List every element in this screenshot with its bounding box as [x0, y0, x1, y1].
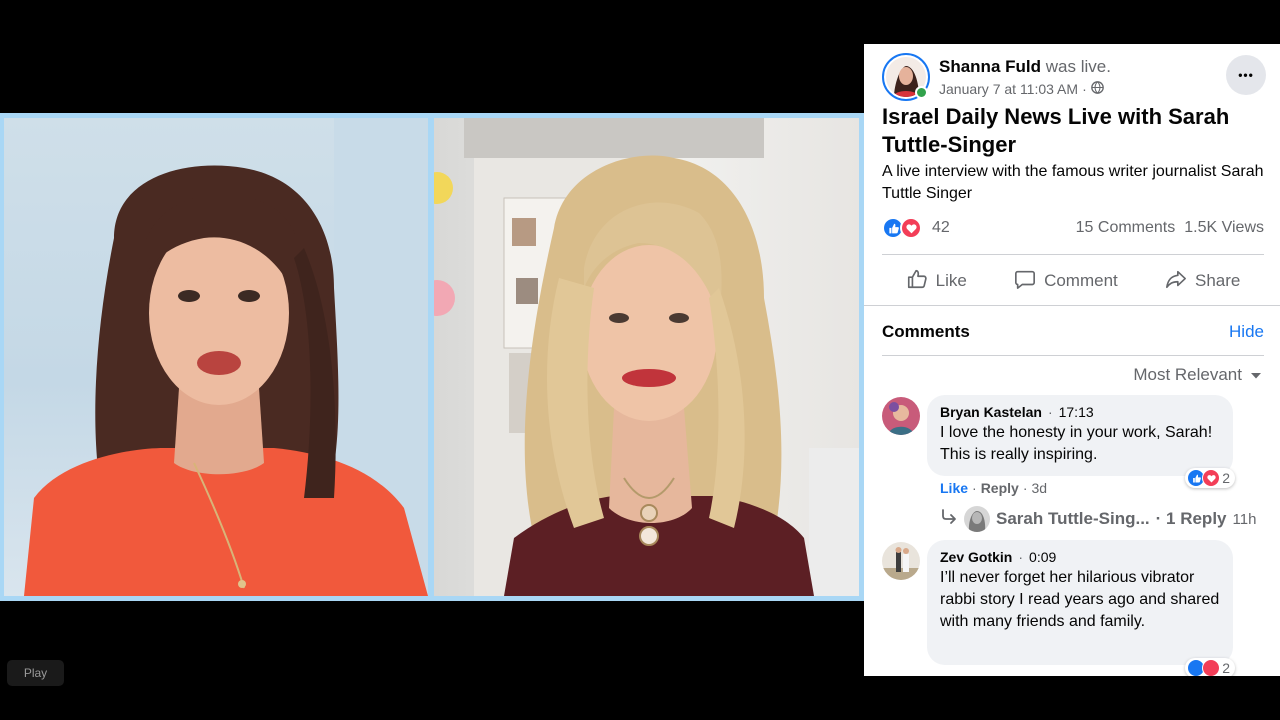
comment-text: I’ll never forget her hilarious vibrator… — [940, 569, 1220, 630]
comment-video-timestamp[interactable]: 17:13 — [1059, 404, 1094, 420]
comment-label: Comment — [1044, 271, 1118, 290]
comment-bubble: Bryan Kastelan · 17:13 I love the honest… — [927, 395, 1235, 488]
thumbs-up-icon — [906, 268, 928, 295]
globe-icon — [1090, 81, 1104, 97]
divider — [882, 355, 1264, 356]
comment-item: Bryan Kastelan · 17:13 I love the honest… — [882, 395, 1272, 532]
comments-count[interactable]: 15 Comments — [1076, 219, 1176, 237]
divider — [882, 254, 1264, 255]
post-stats: 42 15 Comments 1.5K Views — [882, 217, 1264, 241]
post-actions-bar: Like Comment Share — [882, 264, 1264, 298]
commenter-name[interactable]: Zev Gotkin — [940, 549, 1012, 565]
comment-bubble: Zev Gotkin · 0:09 I’ll never forget her … — [927, 540, 1235, 676]
caret-down-icon — [1250, 365, 1262, 385]
commenter-avatar[interactable] — [882, 542, 920, 580]
author-line: Shanna Fuld was live. — [939, 57, 1111, 77]
post-date-line: January 7 at 11:03 AM · — [939, 81, 1104, 97]
share-button[interactable]: Share — [1165, 268, 1240, 295]
reply-author-name: Sarah Tuttle-Sing... — [996, 509, 1150, 528]
author-name[interactable]: Shanna Fuld — [939, 57, 1041, 76]
comment-reply-button[interactable]: Reply — [981, 480, 1019, 496]
views-count: 1.5K Views — [1184, 219, 1264, 236]
commenter-avatar[interactable] — [882, 397, 920, 435]
post-header: Shanna Fuld was live. January 7 at 11:03… — [882, 53, 1266, 101]
commenter-name[interactable]: Bryan Kastelan — [940, 404, 1042, 420]
reply-arrow-icon — [940, 508, 958, 530]
post-description: A live interview with the famous writer … — [882, 163, 1264, 202]
comment-video-timestamp[interactable]: 0:09 — [1029, 549, 1056, 565]
live-status-text: was live. — [1045, 57, 1111, 76]
sort-label: Most Relevant — [1133, 365, 1242, 384]
share-arrow-icon — [1165, 268, 1187, 295]
comment-bubble-icon — [1014, 268, 1036, 295]
action-separator: · — [972, 480, 977, 496]
comment-actions: Like · Reply · 3d — [940, 480, 1047, 496]
hide-comments-link[interactable]: Hide — [1229, 322, 1264, 342]
more-dots-icon: ••• — [1238, 68, 1254, 82]
share-label: Share — [1195, 271, 1241, 290]
comment-reaction-count: 2 — [1222, 660, 1230, 676]
reply-summary: · 1 Reply — [1155, 509, 1227, 528]
view-replies-row[interactable]: Sarah Tuttle-Sing... · 1 Reply 11h — [940, 506, 1256, 532]
participant-video-left[interactable] — [4, 118, 428, 596]
comment-age[interactable]: 3d — [1031, 480, 1047, 496]
participant-right-image — [434, 118, 859, 596]
meta-separator: · — [1018, 549, 1024, 565]
like-label: Like — [935, 271, 967, 290]
date-separator: · — [1082, 81, 1087, 97]
reply-author-avatar — [964, 506, 990, 532]
play-button[interactable]: Play — [7, 660, 64, 686]
comment-reactions[interactable]: 2 — [1185, 658, 1235, 676]
comment-text: I love the honesty in your work, Sarah! … — [940, 424, 1213, 463]
comment-like-button[interactable]: Like — [940, 480, 968, 496]
love-reaction-icon — [1202, 469, 1221, 487]
facebook-post-panel: Shanna Fuld was live. January 7 at 11:03… — [864, 44, 1280, 676]
video-call-frame[interactable] — [0, 113, 864, 601]
comment-reactions[interactable]: 2 — [1185, 468, 1235, 488]
comment-reaction-count: 2 — [1222, 470, 1230, 486]
comment-item: Zev Gotkin · 0:09 I’ll never forget her … — [882, 540, 1272, 676]
post-date[interactable]: January 7 at 11:03 AM — [939, 81, 1078, 97]
love-reaction-icon — [900, 217, 922, 239]
more-options-button[interactable]: ••• — [1226, 55, 1266, 95]
participant-video-right[interactable] — [434, 118, 859, 596]
reply-age: 11h — [1232, 510, 1257, 528]
meta-separator: · — [1047, 404, 1053, 420]
like-button[interactable]: Like — [906, 268, 967, 295]
section-divider — [864, 305, 1280, 306]
reactions-count: 42 — [932, 219, 950, 236]
comments-heading: Comments — [882, 322, 970, 341]
online-status-indicator — [915, 86, 928, 99]
comment-button[interactable]: Comment — [1014, 268, 1118, 295]
comment-sort-dropdown[interactable]: Most Relevant — [1133, 365, 1262, 385]
action-separator: · — [1022, 480, 1028, 496]
post-title: Israel Daily News Live with Sarah Tuttle… — [882, 104, 1230, 157]
reactions-summary[interactable]: 42 — [882, 217, 950, 239]
love-reaction-icon — [1202, 659, 1221, 676]
participant-left-image — [24, 118, 428, 596]
